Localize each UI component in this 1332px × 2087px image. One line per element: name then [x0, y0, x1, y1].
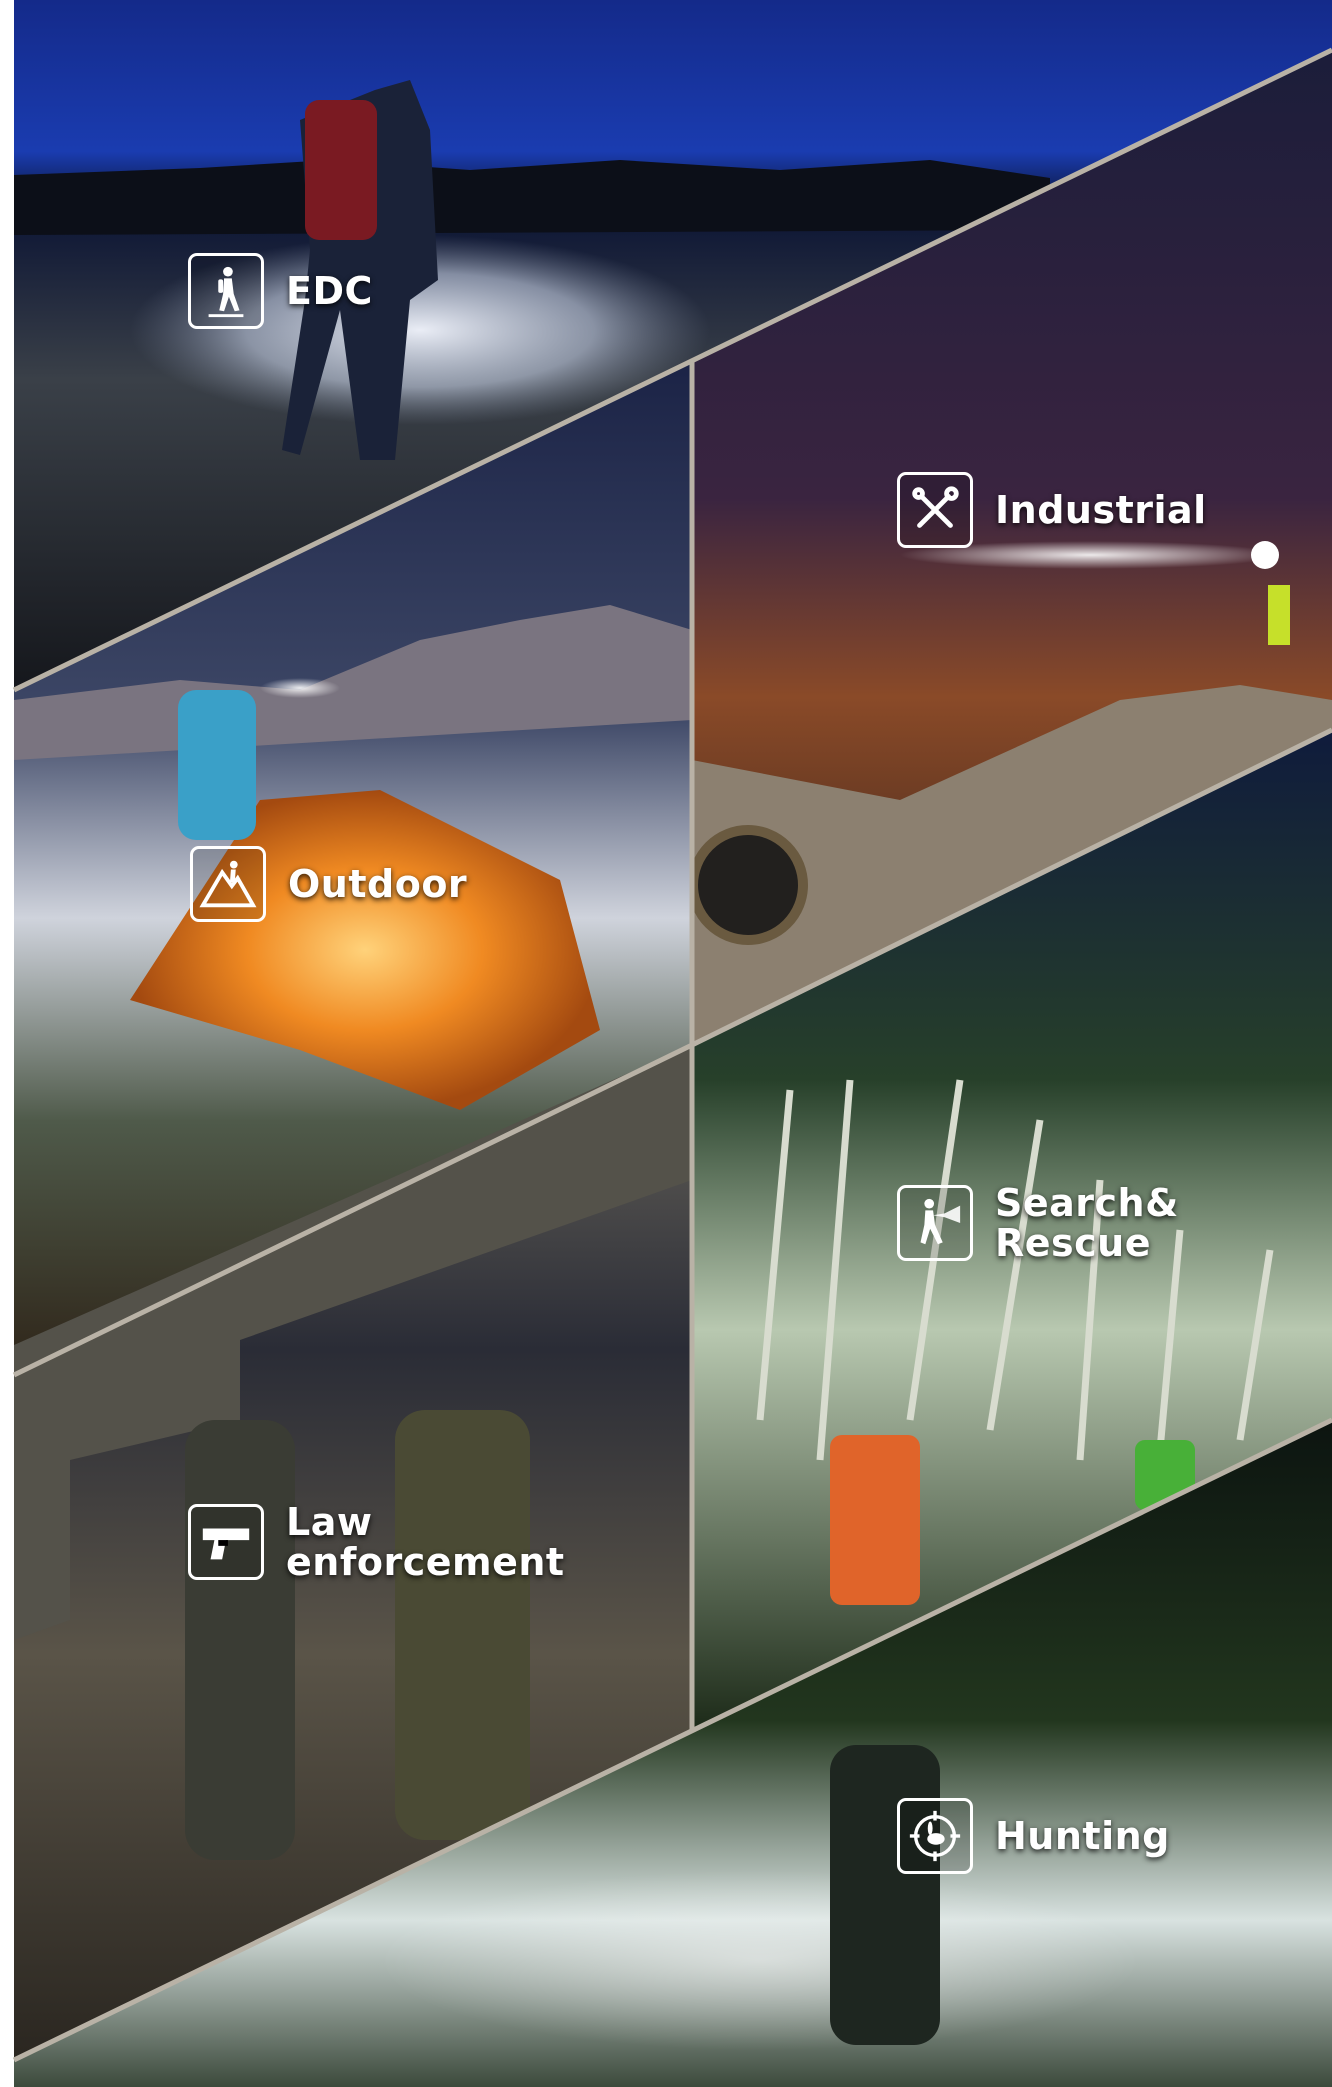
label-outdoor: Outdoor	[190, 846, 467, 922]
left-margin	[0, 0, 14, 2087]
law-enforcement-officer-1	[185, 1420, 295, 1860]
mountain-climber-icon	[190, 846, 266, 922]
tools-icon	[897, 472, 973, 548]
category-collage: EDC Industrial Outdoor Search& Rescue La…	[0, 0, 1332, 2087]
hiker-icon	[188, 253, 264, 329]
label-search-rescue: Search& Rescue	[897, 1183, 1179, 1263]
label-law-enforcement-text: Law enforcement	[286, 1500, 565, 1584]
label-edc-text: EDC	[286, 269, 373, 313]
crosshair-rabbit-icon	[897, 1798, 973, 1874]
edc-mountains	[14, 160, 1050, 235]
industrial-loader-wheel	[688, 825, 808, 945]
industrial-worker	[1268, 585, 1290, 645]
label-hunting: Hunting	[897, 1798, 1170, 1874]
label-search-rescue-text: Search& Rescue	[995, 1181, 1179, 1265]
outdoor-person	[178, 690, 256, 840]
label-outdoor-text: Outdoor	[288, 862, 468, 906]
search-rescue-rescuer	[830, 1435, 920, 1605]
hunting-beam-glow	[380, 1870, 1140, 2050]
rescuer-flashlight-icon	[897, 1185, 973, 1261]
law-enforcement-officer-2	[395, 1410, 530, 1840]
label-industrial-text: Industrial	[995, 488, 1207, 532]
outdoor-flashlight-glow	[260, 678, 340, 698]
industrial-flashlight-glow	[1251, 541, 1279, 569]
edc-backpack	[305, 100, 377, 240]
pistol-icon	[188, 1504, 264, 1580]
label-hunting-text: Hunting	[995, 1814, 1170, 1858]
hunting-hunter	[830, 1745, 940, 2045]
label-law-enforcement: Law enforcement	[188, 1502, 565, 1582]
label-industrial: Industrial	[897, 472, 1207, 548]
label-edc: EDC	[188, 253, 373, 329]
